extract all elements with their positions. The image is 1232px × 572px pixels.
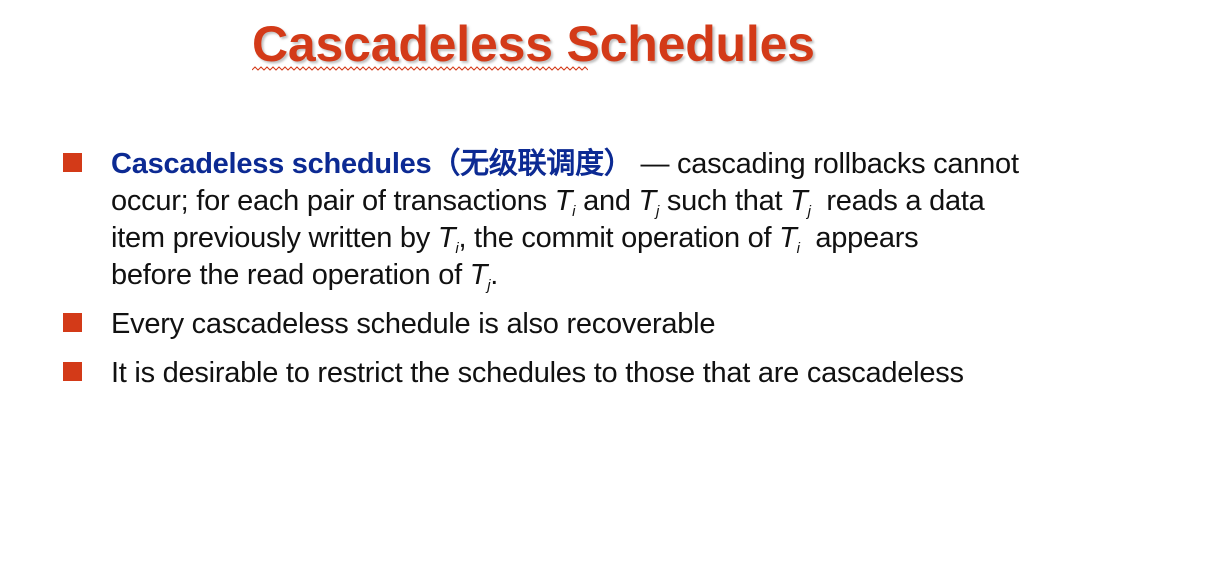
text-fragment: such that [659,185,791,217]
text-fragment: item previously written by [111,222,438,254]
text-fragment: reads a data [810,185,985,217]
text-fragment: cascading rollbacks cannot [677,148,1019,180]
square-bullet-icon [63,153,82,172]
slide: Cascadeless Schedules Cascadeless schedu… [0,0,1232,572]
variable-T: T [790,185,808,217]
em-dash: — [632,148,678,180]
square-bullet-icon [63,362,82,381]
text-fragment: , the commit operation of [458,222,780,254]
bullet-text: It is desirable to restrict the schedule… [111,357,964,389]
bullet-line-2: occur; for each pair of transactions Ti … [111,183,1122,220]
bullet-line-3: item previously written by Ti, the commi… [111,220,1122,257]
bullet-line-4: before the read operation of Tj. [111,257,1122,294]
text-fragment: and [575,185,639,217]
term-cascadeless-schedules: Cascadeless schedules [111,148,432,180]
term-chinese-translation: （无级联调度） [431,148,633,180]
text-fragment: appears [799,222,919,254]
variable-T: T [554,185,573,217]
variable-T: T [638,185,657,217]
text-fragment: . [490,259,499,291]
bullet-item-recoverable: Every cascadeless schedule is also recov… [62,306,1122,343]
bullet-text: Every cascadeless schedule is also recov… [111,308,716,340]
variable-T: T [469,259,488,291]
spellcheck-underline [252,66,588,71]
text-fragment: before the read operation of [111,259,470,291]
bullet-line-1: Cascadeless schedules（无级联调度） — cascading… [111,146,1122,183]
variable-T: T [437,222,456,254]
bullet-item-desirable: It is desirable to restrict the schedule… [62,355,1122,392]
variable-T: T [779,222,797,254]
text-fragment: occur; for each pair of transactions [111,185,555,217]
square-bullet-icon [63,313,82,332]
bullet-item-cascadeless-definition: Cascadeless schedules（无级联调度） — cascading… [62,146,1122,294]
bullet-list: Cascadeless schedules（无级联调度） — cascading… [62,146,1122,392]
